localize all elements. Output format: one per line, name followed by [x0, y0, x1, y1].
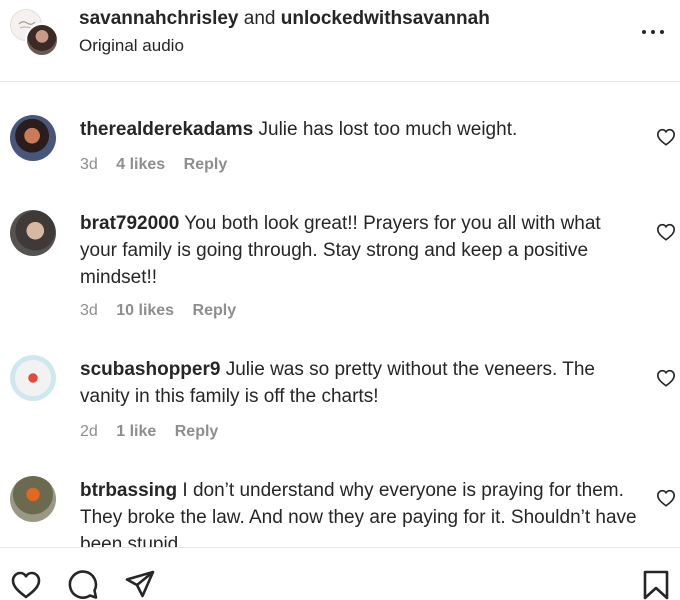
avatar[interactable]: [10, 355, 56, 401]
heart-icon[interactable]: [656, 369, 676, 387]
heart-icon[interactable]: [10, 569, 42, 600]
more-horizontal-icon: [642, 30, 646, 34]
comment-username[interactable]: btrbassing: [80, 480, 177, 501]
comment-time: 3d: [80, 156, 98, 173]
reply-button[interactable]: Reply: [184, 156, 228, 173]
comment-text: therealderekadams Julie has lost too muc…: [80, 116, 640, 143]
comment-username[interactable]: therealderekadams: [80, 119, 253, 140]
comment-meta: 2d 1 like Reply: [80, 422, 232, 442]
comment-meta: 3d 4 likes Reply: [80, 155, 241, 175]
avatar[interactable]: [10, 115, 56, 161]
heart-icon[interactable]: [656, 223, 676, 241]
heart-icon[interactable]: [656, 489, 676, 507]
comment-meta: 3d 10 likes Reply: [80, 301, 250, 321]
audio-label[interactable]: Original audio: [79, 35, 184, 57]
post-authors: savannahchrisley and unlockedwithsavanna…: [79, 7, 490, 31]
comment-likes[interactable]: 1 like: [116, 423, 156, 440]
comment-text: brat792000 You both look great!! Prayers…: [80, 210, 640, 291]
comment-message: Julie has lost too much weight.: [258, 119, 518, 140]
comment-likes[interactable]: 10 likes: [116, 302, 174, 319]
comment-likes[interactable]: 4 likes: [116, 156, 165, 173]
post-header: savannahchrisley and unlockedwithsavanna…: [0, 0, 680, 82]
comment-text: btrbassing I don’t understand why everyo…: [80, 477, 640, 547]
avatar[interactable]: [10, 476, 56, 522]
post-action-bar: [0, 547, 680, 600]
bookmark-icon[interactable]: [640, 569, 672, 600]
avatar[interactable]: [10, 210, 56, 256]
author-link-savannahchrisley[interactable]: savannahchrisley: [79, 8, 238, 29]
author-joiner: and: [243, 8, 276, 29]
comments-list[interactable]: therealderekadams Julie has lost too muc…: [0, 83, 680, 547]
share-icon[interactable]: [124, 569, 156, 600]
avatar-unlockedwithsavannah: [25, 23, 59, 57]
comment-time: 3d: [80, 302, 98, 319]
comment-text: scubashopper9 Julie was so pretty withou…: [80, 356, 640, 410]
comment-icon[interactable]: [67, 569, 99, 600]
heart-icon[interactable]: [656, 128, 676, 146]
more-dot: [651, 30, 655, 34]
comment-time: 2d: [80, 423, 98, 440]
author-link-unlockedwithsavannah[interactable]: unlockedwithsavannah: [281, 8, 490, 29]
post-comments-view: savannahchrisley and unlockedwithsavanna…: [0, 0, 680, 600]
more-dot: [660, 30, 664, 34]
comment-username[interactable]: brat792000: [80, 213, 179, 234]
reply-button[interactable]: Reply: [193, 302, 237, 319]
comment-username[interactable]: scubashopper9: [80, 359, 220, 380]
collab-avatars[interactable]: [10, 9, 59, 57]
more-options-button[interactable]: [638, 20, 668, 44]
reply-button[interactable]: Reply: [175, 423, 219, 440]
